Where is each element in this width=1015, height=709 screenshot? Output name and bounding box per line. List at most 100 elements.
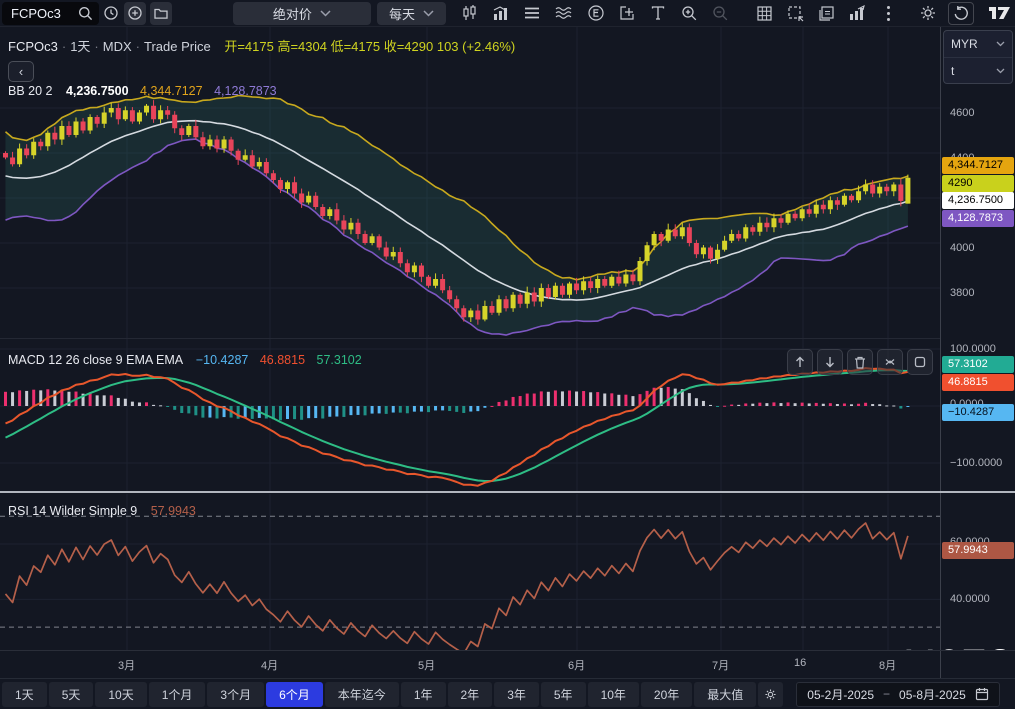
tradingview-logo[interactable] <box>986 2 1014 25</box>
text-tool-button[interactable] <box>647 2 669 25</box>
interval-button-6[interactable]: 本年迄今 <box>325 682 399 707</box>
more-options-button[interactable] <box>877 2 899 25</box>
zoom-in-button[interactable] <box>678 2 700 25</box>
rsi-axis-badge: 57.9943 <box>942 542 1014 559</box>
interval-button-7[interactable]: 1年 <box>401 682 446 707</box>
line-tools-icon <box>523 6 541 20</box>
folder-button[interactable] <box>150 2 172 25</box>
top-toolbar: FCPOc3 绝对价 每天 <box>0 0 1015 27</box>
chart-type-candles-button[interactable] <box>459 2 481 25</box>
data-table-button[interactable] <box>753 2 775 25</box>
price-mode-label: 绝对价 <box>273 4 312 23</box>
legend-ohlc-values: 开=4175 高=4304 低=4175 收=4290 103 (+2.46%) <box>224 39 515 54</box>
currency-select[interactable]: MYR <box>944 31 1012 57</box>
legend-symbol: FCPOc3 <box>8 39 58 54</box>
interval-button-3[interactable]: 1个月 <box>149 682 206 707</box>
legend-exchange: MDX <box>103 39 132 54</box>
table-icon <box>756 5 773 22</box>
date-to: 05-8月-2025 <box>899 686 966 703</box>
interval-button-2[interactable]: 10天 <box>95 682 146 707</box>
price-axis[interactable]: MYR t 4600 4400 4200 4000 3800 4,344.712… <box>940 27 1015 650</box>
search-icon <box>78 6 93 21</box>
date-range-picker[interactable]: 05-2月-2025 − 05-8月-2025 <box>796 682 999 707</box>
folder-icon <box>153 5 169 21</box>
legend-interval: 1天 <box>70 39 90 54</box>
layout-button[interactable] <box>815 2 837 25</box>
tradingview-logo-icon <box>988 5 1012 21</box>
interval-dropdown[interactable]: 每天 <box>377 2 446 25</box>
interval-button-12[interactable]: 20年 <box>641 682 692 707</box>
interval-button-10[interactable]: 5年 <box>541 682 586 707</box>
pane-move-up-button[interactable] <box>787 349 813 375</box>
clock-icon <box>103 5 119 21</box>
pane-move-down-button[interactable] <box>817 349 843 375</box>
price-pane-canvas[interactable] <box>0 27 940 339</box>
axis-corner-divider <box>940 651 941 679</box>
symbol-search[interactable]: FCPOc3 <box>2 2 99 25</box>
time-axis-label: 4月 <box>261 657 278 673</box>
pane-delete-button[interactable] <box>847 349 873 375</box>
pane-maximize-button[interactable] <box>907 349 933 375</box>
move-down-icon <box>824 356 836 368</box>
legend-series-type: Trade Price <box>144 39 211 54</box>
rsi-legend-title: RSI 14 Wilder Simple 9 <box>8 504 137 518</box>
price-tick: 3800 <box>950 286 974 300</box>
interval-button-0[interactable]: 1天 <box>2 682 47 707</box>
unit-select[interactable]: t <box>944 57 1012 83</box>
price-mode-dropdown[interactable]: 绝对价 <box>233 2 371 25</box>
interval-buttons: 1天5天10天1个月3个月6个月本年迄今1年2年3年5年10年20年最大值 <box>2 682 758 707</box>
interval-button-4[interactable]: 3个月 <box>207 682 264 707</box>
move-up-icon <box>794 356 806 368</box>
zoom-out-button[interactable] <box>709 2 731 25</box>
chevron-down-icon <box>996 41 1005 47</box>
interval-button-13[interactable]: 最大值 <box>694 682 756 707</box>
macd-tick: 100.0000 <box>950 342 996 356</box>
chart-application: FCPOc3 绝对价 每天 <box>0 0 1015 709</box>
interval-button-5[interactable]: 6个月 <box>266 682 323 707</box>
main-legend[interactable]: FCPOc3·1天·MDX·Trade Price 开=4175 高=4304 … <box>8 36 515 55</box>
interval-button-8[interactable]: 2年 <box>448 682 493 707</box>
legend-collapse-button[interactable]: ‹ <box>8 61 34 82</box>
time-axis[interactable]: 3月4月5月6月7月168月 <box>0 650 1015 678</box>
rsi-value: 57.9943 <box>151 504 196 518</box>
waves-icon <box>554 6 574 20</box>
wave-tool-button[interactable] <box>552 2 576 25</box>
macd-lines-layer <box>6 368 908 486</box>
macd-pane-toolbar <box>787 349 933 375</box>
stats-icon <box>848 5 866 22</box>
add-circle-icon <box>127 5 143 21</box>
maximize-icon <box>914 356 926 368</box>
bb-legend[interactable]: BB 20 2 4,236.7500 4,344.7127 4,128.7873 <box>8 84 277 98</box>
chevron-down-icon <box>996 68 1005 74</box>
calendar-icon <box>975 687 989 701</box>
price-tick: 4000 <box>950 241 974 255</box>
rsi-legend[interactable]: RSI 14 Wilder Simple 9 57.9943 <box>8 504 196 518</box>
pane-collapse-button[interactable] <box>877 349 903 375</box>
chart-style-button[interactable] <box>490 2 512 25</box>
pane-separator-active[interactable] <box>0 491 1015 493</box>
settings-button[interactable] <box>917 2 939 25</box>
undo-button[interactable] <box>948 2 974 25</box>
zoom-out-icon <box>712 5 729 22</box>
snapshot-button[interactable] <box>784 2 806 25</box>
settings-gear-icon <box>764 687 777 702</box>
undo-icon <box>953 5 969 21</box>
macd-legend[interactable]: MACD 12 26 close 9 EMA EMA −10.4287 46.8… <box>8 353 362 367</box>
interval-button-11[interactable]: 10年 <box>588 682 639 707</box>
chart-style-icon <box>492 4 510 22</box>
interval-button-1[interactable]: 5天 <box>49 682 94 707</box>
add-symbol-button[interactable] <box>124 2 146 25</box>
stats-button[interactable] <box>846 2 868 25</box>
line-tools-button[interactable] <box>521 2 543 25</box>
interval-button-9[interactable]: 3年 <box>494 682 539 707</box>
chevron-down-icon <box>320 10 331 17</box>
timeframe-settings-button[interactable] <box>758 682 783 707</box>
chevron-down-icon <box>423 10 434 17</box>
macd-hist-axis-badge: −10.4287 <box>942 404 1014 421</box>
elliott-tool-button[interactable] <box>585 2 607 25</box>
compare-button[interactable] <box>616 2 638 25</box>
pane-separator[interactable] <box>0 338 1015 339</box>
text-tool-icon <box>650 5 666 21</box>
bb-upper-axis-badge: 4,344.7127 <box>942 157 1014 174</box>
time-interval-clock-button[interactable] <box>100 2 122 25</box>
